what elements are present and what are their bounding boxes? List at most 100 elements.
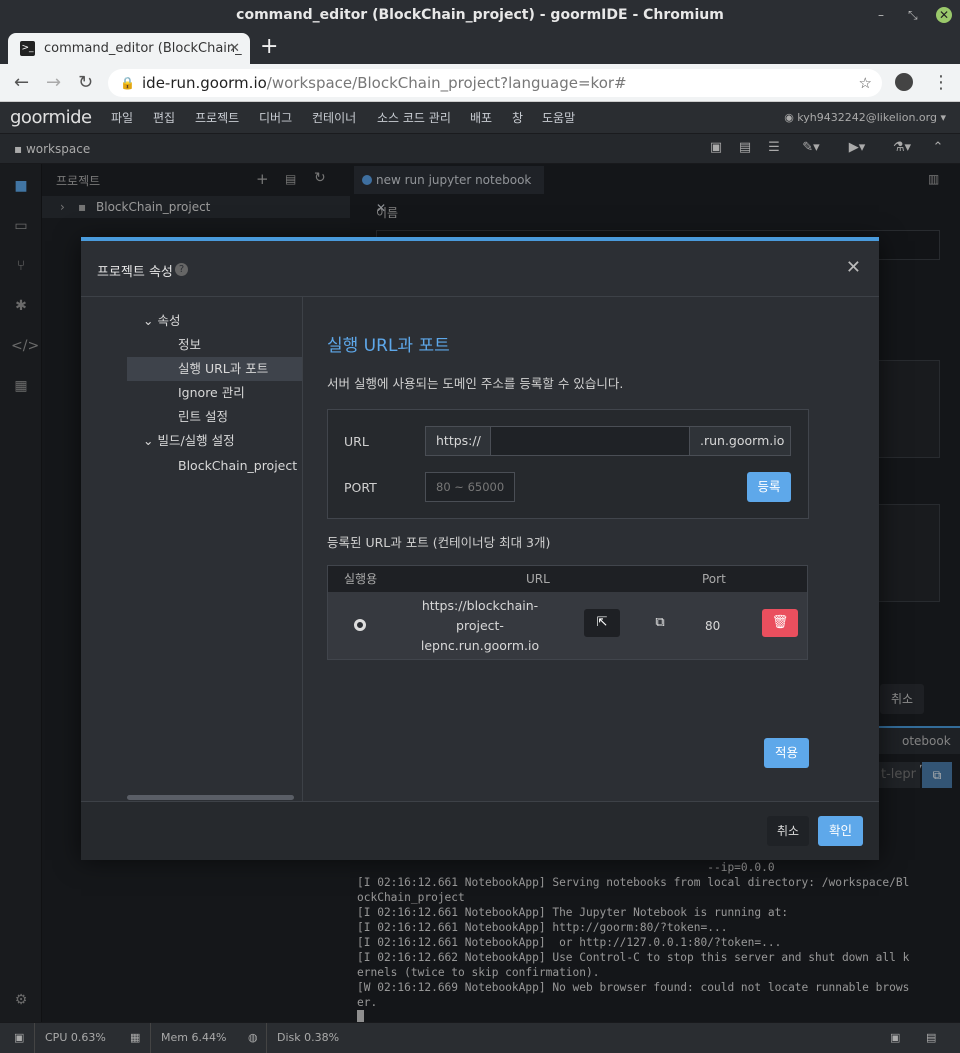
col-port: Port (702, 572, 726, 586)
row-url-line: lepnc.run.goorm.io (420, 638, 540, 653)
menu-container[interactable]: 컨테이너 (312, 102, 356, 134)
menu-file[interactable]: 파일 (111, 102, 133, 134)
briefcase-icon: ▪ (14, 142, 26, 156)
table-row: https://blockchain- project- lepnc.run.g… (328, 592, 807, 659)
register-button[interactable]: 등록 (747, 472, 791, 502)
back-icon[interactable]: ← (14, 72, 29, 93)
save-all-icon[interactable]: ▤ (737, 140, 753, 156)
browser-toolbar: ← → ↻ 🔒 ide-run.goorm.io/workspace/Block… (0, 64, 960, 102)
user-account[interactable]: ◉ kyh9432242@likelion.org ▾ (784, 102, 946, 134)
tree-lint[interactable]: 린트 설정 (178, 405, 228, 429)
browser-tabstrip: >_ command_editor (BlockChain_ ✕ + (0, 30, 960, 64)
menu-window[interactable]: 창 (512, 102, 523, 134)
restore-icon[interactable]: ⤡ (908, 0, 918, 30)
section-description: 서버 실행에 사용되는 도메인 주소를 등록할 수 있습니다. (327, 376, 624, 391)
menu-edit[interactable]: 편집 (153, 102, 175, 134)
menu-project[interactable]: 프로젝트 (195, 102, 239, 134)
menu-deploy[interactable]: 배포 (470, 102, 492, 134)
minimize-icon[interactable]: – (878, 0, 884, 30)
save-icon[interactable]: ▣ (708, 140, 724, 156)
mem-usage: Mem 6.44% (150, 1023, 226, 1053)
registered-title: 등록된 URL과 포트 (컨테이너당 최대 3개) (327, 535, 551, 550)
chip-icon: ▣ (14, 1031, 25, 1044)
apply-button[interactable]: 적용 (764, 738, 809, 768)
menu-debug[interactable]: 디버그 (259, 102, 292, 134)
status-bar: ▣ CPU 0.63% ▦ Mem 6.44% ◍ Disk 0.38% ▣ ▤ (0, 1022, 960, 1053)
url-path: /workspace/BlockChain_project?language=k… (266, 74, 627, 92)
col-url: URL (526, 572, 550, 586)
row-port: 80 (705, 619, 721, 633)
close-window-icon[interactable]: ✕ (936, 7, 952, 23)
workspace-label[interactable]: ▪ workspace (14, 134, 90, 164)
bookmark-star-icon[interactable]: ☆ (859, 69, 872, 97)
cancel-button[interactable]: 취소 (767, 816, 809, 846)
registered-table: 실행용 URL Port https://blockchain- project… (327, 565, 808, 660)
section-heading: 실행 URL과 포트 (327, 336, 450, 356)
cpu-usage: CPU 0.63% (34, 1023, 106, 1053)
disk-usage: Disk 0.38% (266, 1023, 339, 1053)
url-host: ide-run.goorm.io (142, 74, 267, 92)
run-icon[interactable]: ▶▾ (842, 140, 872, 156)
url-input[interactable] (490, 426, 690, 456)
ide-menubar: goormide 파일 편집 프로젝트 디버그 컨테이너 소스 코드 관리 배포… (0, 102, 960, 134)
layout-icon[interactable]: ▣ (890, 1023, 900, 1053)
tree-ignore[interactable]: Ignore 관리 (178, 381, 245, 405)
row-url-line: project- (456, 618, 504, 633)
test-icon[interactable]: ⚗▾ (887, 140, 917, 156)
chevron-down-icon: ⌄ (143, 313, 158, 328)
tree-props[interactable]: ⌄ 속성 (143, 309, 180, 333)
reload-icon[interactable]: ↻ (78, 72, 93, 93)
row-url: https://blockchain- project- lepnc.run.g… (414, 596, 546, 656)
open-external-icon[interactable]: ⇱ (584, 609, 620, 637)
chevron-down-icon: ⌄ (143, 433, 158, 448)
confirm-button[interactable]: 확인 (818, 816, 863, 846)
terminal-favicon-icon: >_ (20, 41, 35, 56)
lock-icon: 🔒 (120, 76, 135, 90)
disk-icon: ◍ (248, 1031, 258, 1044)
window-title: command_editor (BlockChain_project) - go… (236, 7, 724, 23)
format-icon[interactable]: ☰ (766, 140, 782, 156)
horizontal-scrollbar[interactable] (127, 795, 294, 800)
tree-run-url[interactable]: 실행 URL과 포트 (127, 357, 302, 381)
user-email: kyh9432242@likelion.org (797, 111, 937, 124)
chat-icon[interactable]: ▤ (926, 1023, 936, 1053)
new-tab-icon[interactable]: + (260, 34, 278, 59)
help-icon[interactable]: ? (175, 263, 188, 276)
tree-props-label: 속성 (157, 313, 181, 328)
profile-icon[interactable] (895, 73, 913, 91)
run-radio[interactable] (354, 619, 366, 631)
browser-tab-title: command_editor (BlockChain_ (44, 41, 242, 56)
menu-help[interactable]: 도움말 (542, 102, 575, 134)
github-icon: ◉ (784, 111, 798, 124)
close-icon[interactable]: ✕ (846, 257, 861, 278)
browser-tab[interactable]: >_ command_editor (BlockChain_ ✕ (8, 33, 250, 64)
dialog-footer: 취소 확인 (81, 801, 879, 860)
collapse-icon[interactable]: ⌃ (930, 140, 946, 156)
window-titlebar: command_editor (BlockChain_project) - go… (0, 0, 960, 30)
tree-build-project[interactable]: BlockChain_project (178, 454, 297, 478)
url-prefix: https:// (425, 426, 491, 456)
table-header: 실행용 URL Port (328, 566, 807, 592)
wrench-icon[interactable]: ✎▾ (796, 140, 826, 156)
col-run: 실행용 (344, 572, 378, 586)
copy-icon[interactable]: ⧉ (642, 609, 678, 637)
url-label: URL (344, 434, 369, 449)
project-properties-dialog: 프로젝트 속성 ? ✕ ⌄ 속성 정보 실행 URL과 포트 Ignore 관리… (81, 237, 879, 860)
menu-scm[interactable]: 소스 코드 관리 (377, 102, 451, 134)
port-input[interactable]: 80 ~ 65000 (425, 472, 515, 502)
dialog-title: 프로젝트 속성 (97, 265, 173, 280)
settings-tree: ⌄ 속성 정보 실행 URL과 포트 Ignore 관리 린트 설정 ⌄ 빌드/… (81, 297, 303, 801)
delete-trash-icon[interactable]: 🗑 (762, 609, 798, 637)
row-url-line: https://blockchain- (421, 598, 539, 613)
memory-icon: ▦ (130, 1031, 141, 1044)
tree-build[interactable]: ⌄ 빌드/실행 설정 (143, 429, 235, 453)
tree-build-label: 빌드/실행 설정 (157, 433, 235, 448)
workspace-name: workspace (25, 142, 91, 156)
forward-icon[interactable]: → (46, 72, 61, 93)
port-label: PORT (344, 480, 377, 495)
url-port-form: URL https:// .run.goorm.io PORT 80 ~ 650… (327, 409, 809, 519)
browser-menu-icon[interactable]: ⋮ (932, 72, 950, 93)
tree-info[interactable]: 정보 (178, 333, 201, 357)
close-tab-icon[interactable]: ✕ (229, 33, 240, 64)
address-bar[interactable]: 🔒 ide-run.goorm.io/workspace/BlockChain_… (108, 69, 882, 97)
